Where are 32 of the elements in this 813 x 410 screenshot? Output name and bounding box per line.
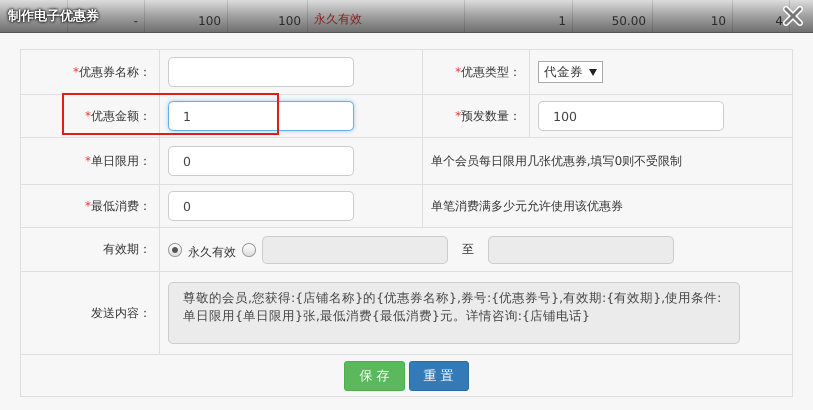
close-icon[interactable]: [783, 6, 803, 26]
radio-button[interactable]: [242, 242, 256, 256]
background-cell: 10: [653, 0, 733, 32]
input-field[interactable]: 0: [168, 191, 354, 221]
radio-button[interactable]: [168, 242, 182, 256]
reset-button[interactable]: 重 置: [408, 360, 469, 390]
input-field[interactable]: [168, 57, 354, 87]
window-title: 制作电子优惠券: [8, 8, 99, 25]
field-label: *优惠类型：: [455, 64, 522, 78]
input-field[interactable]: 100: [538, 101, 724, 131]
caret-icon: [589, 68, 598, 76]
background-cell: 100: [145, 0, 228, 32]
coupon-type-select[interactable]: 代金券: [538, 61, 604, 83]
field-label: *最低消费：: [85, 198, 151, 212]
field-label: *预发数量：: [455, 108, 522, 122]
radio-label: 永久有效: [188, 244, 236, 261]
field-label: 有效期：: [103, 242, 151, 256]
field-label: *优惠券名称：: [73, 64, 151, 78]
background-cell: 100: [228, 0, 308, 32]
background-cell: 1: [465, 0, 573, 32]
message-textarea[interactable]: 尊敬的会员,您获得:{店铺名称}的{优惠券名称},券号:{优惠券号},有效期:{有效期},使用条件:单日限用{单日限用}张,最低消费{最低消费}元。详情咨询:{店铺电话}: [168, 282, 740, 344]
range-separator: 至: [462, 241, 474, 258]
hint-text: 单笔消费满多少元允许使用该优惠券: [430, 198, 623, 212]
field-label: *优惠金额：: [85, 108, 151, 122]
hint-text: 单个会员每日限用几张优惠券,填写0则不受限制: [430, 154, 682, 168]
input-field[interactable]: 1: [168, 101, 354, 131]
field-label: 发送内容：: [91, 306, 151, 320]
background-cell: 4: [733, 0, 790, 32]
background-cell: 永久有效: [308, 0, 465, 32]
input-field[interactable]: 0: [168, 146, 354, 176]
field-label: *单日限用：: [85, 154, 151, 168]
background-cell: 50.00: [573, 0, 653, 32]
